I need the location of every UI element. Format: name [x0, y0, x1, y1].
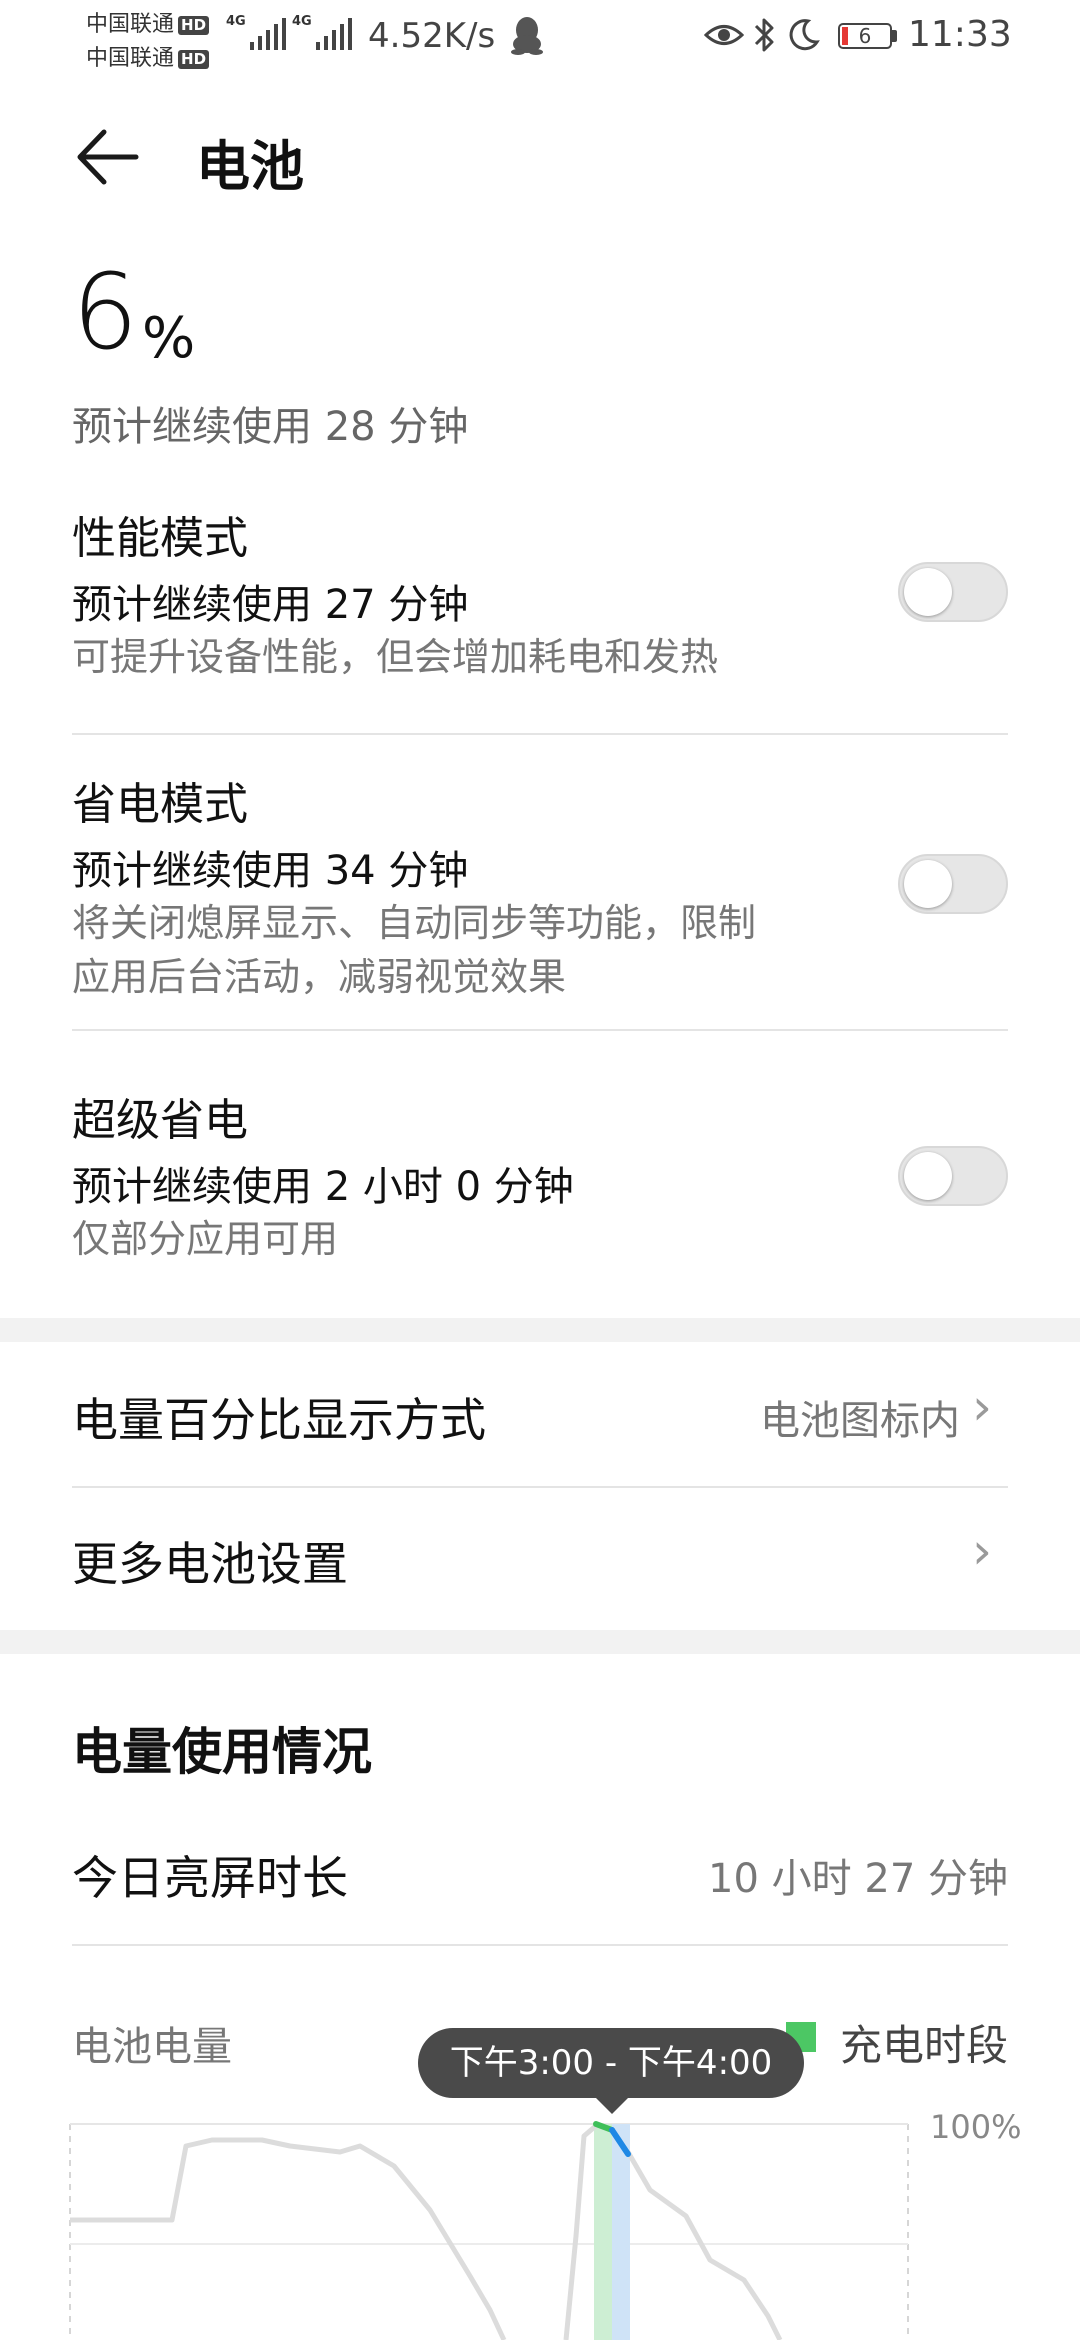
divider	[72, 1944, 1008, 1946]
divider	[72, 1029, 1008, 1031]
power-saving-mode-row[interactable]: 省电模式 预计继续使用 34 分钟 将关闭熄屏显示、自动同步等功能，限制 应用后…	[0, 760, 1080, 1030]
performance-mode-row[interactable]: 性能模式 预计继续使用 27 分钟 可提升设备性能，但会增加耗电和发热	[0, 490, 1080, 730]
battery-remaining: 预计继续使用 28 分钟	[72, 404, 469, 450]
screen-time-row: 今日亮屏时长 10 小时 27 分钟	[0, 1810, 1080, 1944]
section-separator	[0, 1630, 1080, 1654]
eye-icon	[704, 25, 744, 45]
chart-label: 电池电量	[72, 2024, 232, 2070]
chart-axis-top-label: 100%	[930, 2108, 1022, 2146]
chart-tooltip-pointer	[594, 2096, 630, 2114]
percent-display-value: 电池图标内	[760, 1398, 960, 1444]
qq-icon	[511, 17, 543, 55]
ultra-power-saving-title: 超级省电	[72, 1095, 248, 1146]
power-saving-mode-desc-2: 应用后台活动，减弱视觉效果	[72, 955, 567, 999]
more-battery-settings-row[interactable]: 更多电池设置 ›	[0, 1488, 1080, 1630]
chevron-right-icon: ›	[972, 1378, 992, 1436]
battery-level-text: 6	[858, 24, 872, 48]
charging-legend-label: 充电时段	[840, 2021, 1009, 2070]
carrier-2-label: 中国联通	[86, 46, 175, 71]
divider	[72, 733, 1008, 735]
usage-section-title: 电量使用情况	[72, 1723, 372, 1781]
ultra-power-saving-estimate: 预计继续使用 2 小时 0 分钟	[72, 1164, 574, 1210]
chart-tooltip: 下午3:00 - 下午4:00	[418, 2028, 804, 2098]
net-type-2: 4G	[292, 14, 312, 29]
net-type-1: 4G	[226, 14, 246, 29]
power-saving-mode-desc-1: 将关闭熄屏显示、自动同步等功能，限制	[72, 901, 757, 945]
toggle-knob	[904, 860, 952, 908]
clock: 11:33	[908, 14, 1012, 55]
power-saving-mode-estimate: 预计继续使用 34 分钟	[72, 848, 469, 894]
battery-icon: 6	[838, 23, 892, 49]
back-arrow-icon[interactable]	[72, 122, 142, 192]
section-separator	[0, 1318, 1080, 1342]
toggle-knob	[904, 1152, 952, 1200]
battery-curve	[70, 2122, 600, 2340]
battery-level-chart[interactable]	[0, 2090, 1080, 2340]
toggle-knob	[904, 568, 952, 616]
hd-badge-2: HD	[178, 49, 210, 69]
hd-badge-1: HD	[178, 15, 210, 35]
carrier-1-label: 中国联通	[86, 12, 175, 37]
ultra-power-saving-toggle[interactable]	[898, 1146, 1008, 1206]
screen-time-label: 今日亮屏时长	[72, 1851, 348, 1905]
signal-icon-1: 4G	[226, 12, 286, 52]
performance-mode-estimate: 预计继续使用 27 分钟	[72, 582, 469, 628]
page-title: 电池	[196, 135, 304, 198]
chevron-right-icon: ›	[972, 1522, 992, 1580]
carrier-1: 中国联通 HD	[86, 6, 210, 38]
screen-time-value: 10 小时 27 分钟	[708, 1856, 1008, 1902]
ultra-power-saving-row[interactable]: 超级省电 预计继续使用 2 小时 0 分钟 仅部分应用可用	[0, 1080, 1080, 1280]
more-battery-settings-label: 更多电池设置	[72, 1537, 348, 1591]
battery-percent-sign: %	[142, 306, 196, 371]
battery-curve-after	[625, 2150, 783, 2340]
performance-mode-title: 性能模式	[72, 513, 248, 564]
signal-icon-2: 4G	[292, 12, 352, 52]
bluetooth-icon	[754, 18, 774, 52]
performance-mode-desc: 可提升设备性能，但会增加耗电和发热	[72, 635, 719, 679]
percent-display-label: 电量百分比显示方式	[72, 1393, 486, 1447]
ultra-power-saving-desc: 仅部分应用可用	[72, 1217, 339, 1261]
network-speed: 4.52K/s	[368, 16, 496, 56]
charging-period-bar	[594, 2124, 612, 2340]
carrier-2: 中国联通 HD	[86, 40, 210, 72]
battery-tip	[892, 30, 897, 42]
performance-mode-toggle[interactable]	[898, 562, 1008, 622]
percent-display-row[interactable]: 电量百分比显示方式 电池图标内 ›	[0, 1342, 1080, 1486]
battery-percent: 6	[72, 251, 139, 373]
power-saving-mode-title: 省电模式	[72, 779, 248, 830]
power-saving-mode-toggle[interactable]	[898, 854, 1008, 914]
moon-icon	[789, 19, 820, 51]
